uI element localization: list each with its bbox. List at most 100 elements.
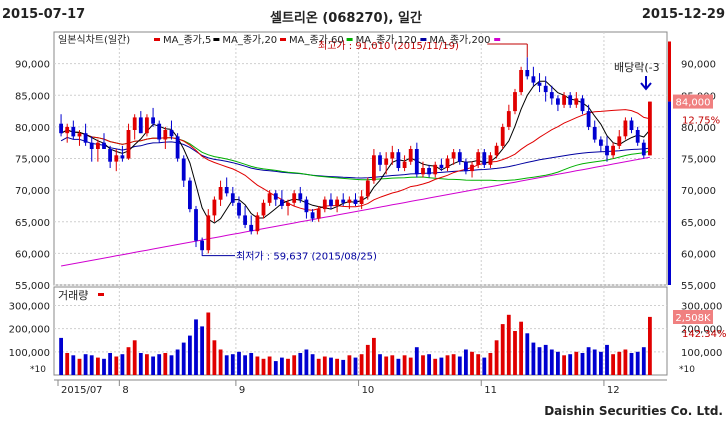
volume-bar bbox=[249, 353, 254, 375]
volume-bar bbox=[286, 358, 290, 375]
volume-bar bbox=[194, 319, 198, 375]
volume-tick-label-left: 200,000 bbox=[9, 325, 50, 336]
candle-body bbox=[629, 120, 634, 130]
candle-body bbox=[476, 152, 481, 165]
volume-bar bbox=[132, 340, 137, 375]
legend-volume-label: 거래량 bbox=[58, 289, 88, 302]
candle-body bbox=[562, 95, 566, 105]
price-tick-label-left: 55,000 bbox=[15, 281, 50, 292]
candle-body bbox=[641, 142, 646, 156]
price-tick-label-left: 75,000 bbox=[15, 155, 50, 166]
candle-body bbox=[635, 130, 640, 143]
volume-tick-label-right: 100,000 bbox=[681, 348, 722, 359]
month-label: 10 bbox=[362, 385, 375, 396]
volume-bar bbox=[200, 326, 204, 375]
volume-bar bbox=[635, 351, 640, 375]
volume-bar bbox=[335, 358, 339, 375]
candle-body bbox=[408, 149, 413, 162]
volume-bar bbox=[280, 357, 284, 375]
volume-bar bbox=[261, 358, 266, 375]
volume-bar bbox=[353, 357, 358, 375]
volume-bar bbox=[77, 358, 82, 375]
candle-body bbox=[549, 92, 554, 99]
candle-body bbox=[206, 215, 211, 251]
price-tick-label-left: 70,000 bbox=[15, 186, 50, 197]
candle-body bbox=[513, 92, 517, 112]
volume-bar bbox=[181, 342, 186, 375]
candle-body bbox=[586, 111, 591, 127]
volume-bar bbox=[611, 354, 615, 375]
candle-body bbox=[175, 136, 180, 159]
candle-body bbox=[83, 133, 88, 143]
volume-bar bbox=[390, 355, 395, 375]
volume-bar bbox=[120, 354, 125, 375]
volume-bar bbox=[402, 355, 407, 375]
dividend-arrow-icon bbox=[640, 76, 652, 91]
month-label: 12 bbox=[607, 385, 620, 396]
volume-bar bbox=[206, 312, 211, 375]
candle-body bbox=[457, 152, 462, 162]
candle-body bbox=[132, 117, 137, 130]
volume-bar bbox=[175, 349, 180, 375]
price-tick-label-right: 60,000 bbox=[681, 249, 716, 260]
candle-body bbox=[488, 155, 493, 165]
candle-body bbox=[230, 193, 235, 203]
candle-body bbox=[218, 187, 223, 200]
candle-body bbox=[433, 164, 438, 175]
candle-body bbox=[237, 202, 241, 216]
volume-bar bbox=[623, 349, 628, 375]
volume-bar bbox=[500, 324, 505, 375]
candle-body bbox=[580, 98, 585, 112]
candle-body bbox=[384, 158, 389, 165]
volume-bar bbox=[549, 349, 554, 375]
volume-bar bbox=[96, 357, 100, 375]
candle-body bbox=[396, 152, 401, 168]
volume-bar bbox=[494, 340, 499, 375]
volume-bar bbox=[163, 353, 168, 375]
candle-body bbox=[102, 142, 106, 149]
candle-body bbox=[445, 158, 450, 168]
candle-body bbox=[451, 152, 456, 159]
candle-body bbox=[543, 85, 548, 93]
candle-body bbox=[96, 142, 100, 149]
volume-bar bbox=[408, 357, 413, 375]
candle-body bbox=[464, 161, 468, 172]
scale-note-right: *10 bbox=[679, 365, 695, 375]
candle-body bbox=[243, 215, 247, 225]
volume-bar bbox=[212, 340, 217, 375]
candle-body bbox=[494, 145, 499, 156]
volume-change-label: 142.34% bbox=[682, 329, 727, 340]
candle-body bbox=[304, 199, 309, 213]
candle-body bbox=[163, 130, 168, 140]
price-tick-label-left: 80,000 bbox=[15, 123, 50, 134]
candle-body bbox=[648, 101, 652, 156]
legend-main-label: 일본식차트(일간) bbox=[58, 34, 130, 46]
volume-tick-label-left: 300,000 bbox=[9, 302, 50, 313]
candle-body bbox=[365, 180, 370, 197]
candle-body bbox=[316, 209, 321, 219]
candle-body bbox=[261, 202, 266, 216]
candle-body bbox=[298, 193, 303, 200]
volume-bar bbox=[151, 356, 155, 375]
candle-body bbox=[378, 155, 382, 165]
candle-body bbox=[200, 240, 204, 251]
candle-body bbox=[592, 126, 597, 140]
legend-ma-label: MA_종가,20 bbox=[222, 34, 277, 46]
volume-bar bbox=[224, 355, 229, 375]
legend-ma-label: MA_종가,200 bbox=[429, 34, 490, 46]
volume-bar bbox=[470, 351, 474, 375]
candle-body bbox=[126, 130, 131, 159]
candle-body bbox=[390, 152, 395, 159]
month-label: 8 bbox=[122, 385, 128, 396]
range-bar-down bbox=[668, 101, 671, 285]
candle-body bbox=[169, 130, 174, 137]
ma-200-line bbox=[60, 136, 650, 179]
candle-body bbox=[335, 199, 339, 206]
candle-body bbox=[329, 199, 333, 206]
price-tick-label-right: 75,000 bbox=[681, 155, 716, 166]
candle-body bbox=[255, 215, 260, 232]
candle-body bbox=[181, 158, 186, 181]
legend-volume-swatch bbox=[98, 293, 104, 296]
candle-body bbox=[322, 199, 327, 210]
candle-body bbox=[188, 180, 192, 210]
